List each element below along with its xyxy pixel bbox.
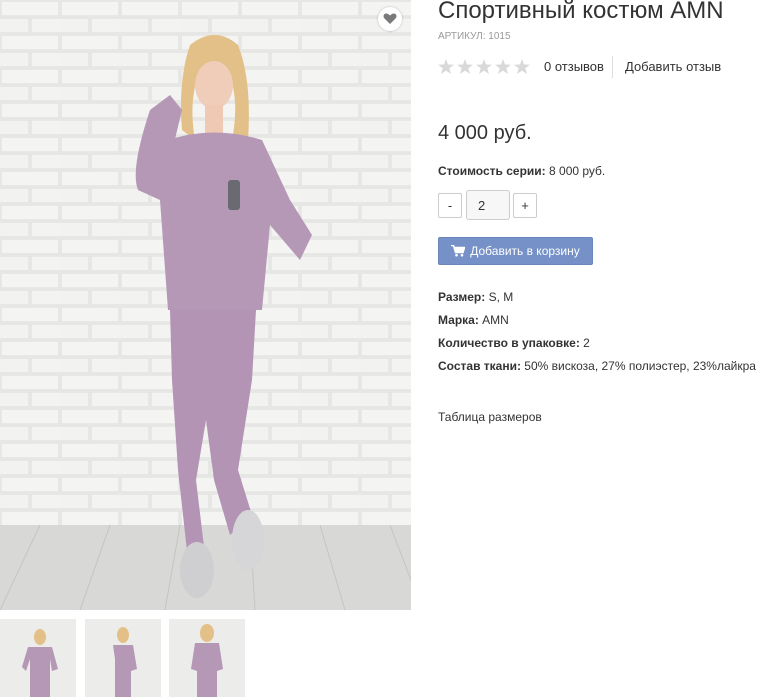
quantity-input[interactable] bbox=[466, 190, 510, 220]
rating-stars[interactable] bbox=[438, 59, 530, 74]
series-price: Стоимость серии: 8 000 руб. bbox=[438, 164, 605, 178]
main-product-image[interactable] bbox=[0, 0, 411, 610]
attribute-value: S, M bbox=[488, 290, 514, 304]
star-icon[interactable] bbox=[457, 59, 473, 74]
shopping-cart-icon bbox=[451, 245, 466, 257]
star-icon[interactable] bbox=[514, 59, 530, 74]
attribute-value: AMN bbox=[482, 313, 509, 327]
series-price-value: 8 000 руб. bbox=[549, 164, 606, 178]
divider bbox=[612, 56, 613, 78]
add-to-cart-label: Добавить в корзину bbox=[470, 244, 580, 258]
attribute-label: Количество в упаковке: bbox=[438, 336, 580, 350]
attribute-size: Размер: S, M bbox=[438, 290, 513, 304]
thumbnail-front[interactable] bbox=[0, 619, 76, 697]
series-price-label: Стоимость серии: bbox=[438, 164, 546, 178]
thumbnail-back[interactable] bbox=[169, 619, 245, 697]
thumbnail-image bbox=[85, 619, 161, 697]
product-photo bbox=[0, 0, 411, 610]
add-review-link[interactable]: Добавить отзыв bbox=[625, 59, 721, 74]
star-icon[interactable] bbox=[438, 59, 454, 74]
attribute-value: 2 bbox=[583, 336, 590, 350]
attribute-brand: Марка: AMN bbox=[438, 313, 509, 327]
star-icon[interactable] bbox=[495, 59, 511, 74]
thumbnail-image bbox=[169, 619, 245, 697]
product-price: 4 000 руб. bbox=[438, 122, 532, 144]
add-to-cart-button[interactable]: Добавить в корзину bbox=[438, 237, 593, 265]
attribute-label: Размер: bbox=[438, 290, 486, 304]
thumbnail-side[interactable] bbox=[85, 619, 161, 697]
thumbnail-image bbox=[0, 619, 76, 697]
product-sku: АРТИКУЛ: 1015 bbox=[438, 31, 511, 42]
wishlist-button[interactable] bbox=[378, 7, 402, 31]
attribute-fabric: Состав ткани: 50% вискоза, 27% полиэстер… bbox=[438, 359, 756, 373]
reviews-count[interactable]: 0 отзывов bbox=[544, 59, 604, 74]
attribute-label: Состав ткани: bbox=[438, 359, 521, 373]
star-icon[interactable] bbox=[476, 59, 492, 74]
size-table-link[interactable]: Таблица размеров bbox=[438, 410, 542, 424]
heart-icon bbox=[383, 13, 397, 24]
attribute-label: Марка: bbox=[438, 313, 479, 327]
quantity-decrease-button[interactable]: - bbox=[438, 193, 462, 218]
attribute-value: 50% вискоза, 27% полиэстер, 23%лайкра bbox=[524, 359, 756, 373]
quantity-increase-button[interactable]: + bbox=[513, 193, 537, 218]
attribute-pack-quantity: Количество в упаковке: 2 bbox=[438, 336, 590, 350]
product-title: Спортивный костюм AMN bbox=[438, 0, 724, 24]
